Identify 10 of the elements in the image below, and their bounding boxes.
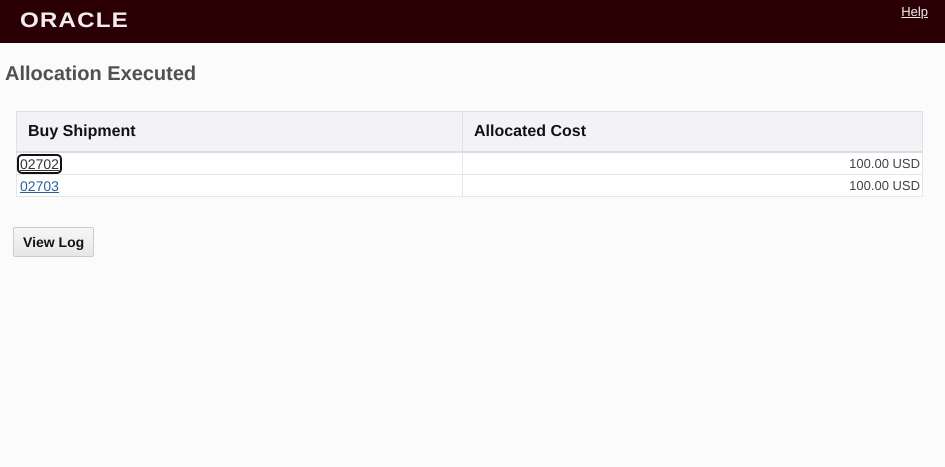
shipment-link[interactable]: 02702: [19, 156, 60, 172]
page-title: Allocation Executed: [5, 63, 198, 86]
oracle-logo: ORACLE: [20, 9, 129, 33]
view-log-button[interactable]: View Log: [13, 227, 94, 257]
column-header: Allocated Cost: [462, 112, 922, 152]
table-cell: 100.00 USD: [462, 152, 922, 174]
help-link[interactable]: Help: [901, 4, 928, 19]
column-header: Buy Shipment: [16, 112, 462, 152]
shipment-link[interactable]: 02703: [19, 178, 60, 194]
table-cell: 100.00 USD: [462, 174, 922, 196]
